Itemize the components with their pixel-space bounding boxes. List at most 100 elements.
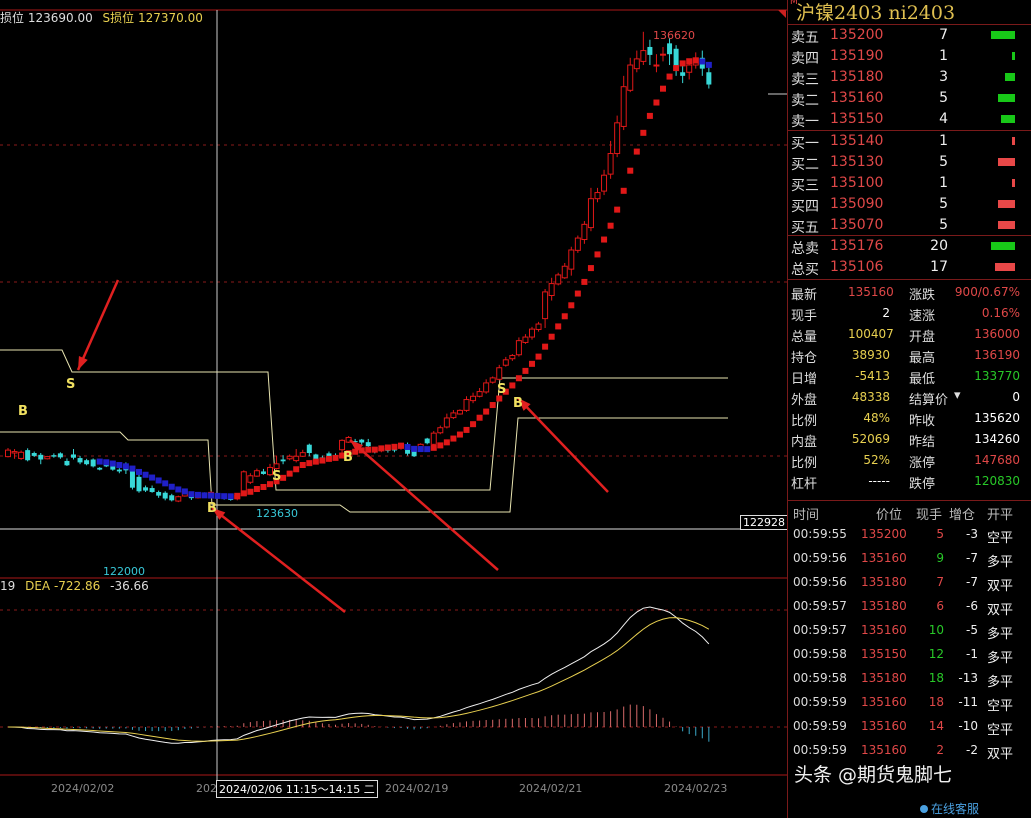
- tick-row[interactable]: 00:59:57 135160 10 -5 多平: [788, 619, 1031, 643]
- trend-dot: [175, 486, 182, 493]
- stat-value: 52069: [851, 432, 890, 446]
- sell-signal: S: [497, 382, 506, 397]
- trend-dot: [660, 85, 666, 92]
- tick-row[interactable]: 00:59:56 135180 7 -7 双平: [788, 571, 1031, 595]
- kline-chart-svg[interactable]: BSBSBSB: [0, 0, 787, 818]
- trend-dot: [574, 290, 581, 297]
- bid-row[interactable]: 买三 135100 1: [788, 173, 1031, 194]
- online-service-link[interactable]: 在线客服: [920, 800, 979, 817]
- bid-row[interactable]: 买二 135130 5: [788, 152, 1031, 173]
- ask-row[interactable]: 卖二 135160 5: [788, 88, 1031, 109]
- trend-dot: [424, 446, 431, 453]
- ask-row[interactable]: 卖四 135190 1: [788, 46, 1031, 67]
- candle-body: [568, 249, 575, 270]
- level-qty: 5: [939, 217, 948, 233]
- stat-value: 0.16%: [981, 306, 1020, 320]
- tick-row[interactable]: 00:59:59 135160 18 -11 空平: [788, 691, 1031, 715]
- tick-row[interactable]: 00:59:55 135200 5 -3 空平: [788, 523, 1031, 547]
- trend-dot: [371, 446, 378, 453]
- level-label: 总卖: [791, 241, 819, 257]
- trend-dot: [299, 462, 306, 469]
- tick-row[interactable]: 00:59:59 135160 14 -10 空平: [788, 715, 1031, 739]
- tick-price: 135160: [861, 695, 907, 709]
- stat-label: 比例: [791, 414, 818, 429]
- trend-dot: [437, 442, 444, 449]
- tick-price: 135180: [861, 599, 907, 613]
- stat-value: 38930: [851, 348, 890, 362]
- tick-row[interactable]: 00:59:56 135160 9 -7 多平: [788, 547, 1031, 571]
- stat-label: 杠杆: [791, 477, 818, 492]
- candle-body: [502, 359, 509, 366]
- tick-type: 多平: [987, 675, 1014, 690]
- tick-hand: 18: [928, 695, 944, 709]
- candle-body: [156, 492, 162, 496]
- trend-dot: [607, 222, 614, 229]
- bid-row[interactable]: 买五 135070 5: [788, 215, 1031, 236]
- total-row[interactable]: 总买 135106 17: [788, 257, 1031, 278]
- stat-label: 现手: [791, 309, 818, 324]
- candle-body: [594, 192, 601, 200]
- bid-row[interactable]: 买四 135090 5: [788, 194, 1031, 215]
- stat-row: 日增 -5413 最低 133770: [788, 365, 1031, 387]
- stat-value: 100407: [848, 327, 894, 341]
- col-type: 开平: [987, 508, 1014, 523]
- candle-body: [116, 469, 122, 472]
- candle-body: [280, 459, 286, 462]
- ask-row[interactable]: 卖一 135150 4: [788, 109, 1031, 130]
- bid-row[interactable]: 买一 135140 1: [788, 131, 1031, 152]
- tick-row[interactable]: 00:59:58 135150 12 -1 多平: [788, 643, 1031, 667]
- tick-row[interactable]: 00:59:57 135180 6 -6 双平: [788, 595, 1031, 619]
- trend-dot: [699, 58, 706, 65]
- kline-chart-area[interactable]: BSBSBSB 损位 123690.00 S损位 127370.00 13662…: [0, 0, 788, 818]
- stat-label: 昨收: [909, 414, 936, 429]
- candle-body: [555, 274, 562, 285]
- candle-body: [483, 382, 490, 393]
- stat-value: 133770: [974, 369, 1020, 383]
- trend-dot: [116, 462, 123, 469]
- trend-dot: [293, 466, 300, 473]
- arrow-head-icon: [78, 356, 88, 370]
- trend-dot: [155, 477, 162, 484]
- candle-body: [627, 64, 634, 91]
- tick-row[interactable]: 00:59:58 135180 18 -13 多平: [788, 667, 1031, 691]
- watermark: 头条 @期货鬼脚七: [794, 764, 953, 786]
- dropdown-arrow-icon[interactable]: ▾: [954, 388, 961, 403]
- stat-label: 比例: [791, 456, 818, 471]
- trend-dot: [646, 112, 653, 119]
- candle-body: [680, 72, 686, 76]
- stat-label: 持仓: [791, 351, 818, 366]
- total-row[interactable]: 总卖 135176 20: [788, 236, 1031, 257]
- date-label-2: 202: [196, 782, 217, 795]
- ask-row[interactable]: 卖三 135180 3: [788, 67, 1031, 88]
- candle-body: [620, 86, 627, 127]
- tick-type: 多平: [987, 651, 1014, 666]
- trend-dot: [509, 382, 516, 389]
- candle-body: [18, 451, 25, 459]
- candle-body: [587, 198, 594, 229]
- candle-body: [542, 291, 549, 320]
- trend-dot: [208, 492, 215, 499]
- trend-dot: [627, 167, 634, 174]
- ask-row[interactable]: 卖五 135200 7: [788, 25, 1031, 46]
- tick-hand: 9: [936, 551, 944, 565]
- tick-oi: -7: [966, 575, 978, 589]
- stat-value: 52%: [863, 453, 890, 467]
- level-price: 135130: [830, 154, 884, 170]
- stat-row: 比例 52% 涨停 147680: [788, 449, 1031, 471]
- trend-dot: [463, 426, 470, 433]
- level-qty: 17: [930, 259, 948, 275]
- candle-body: [581, 223, 588, 241]
- trend-dot: [398, 442, 404, 449]
- contract-title[interactable]: M 沪镍2403 ni2403: [788, 0, 1031, 24]
- macd-dif-value: 19: [0, 579, 16, 593]
- level-qty: 1: [939, 133, 948, 149]
- ask-levels: 卖五 135200 7 卖四 135190 1 卖三 135180 3 卖二 135160 5 卖一 13…: [788, 25, 1031, 130]
- tick-price: 135160: [861, 743, 907, 757]
- tick-oi: -7: [966, 551, 978, 565]
- tick-oi: -3: [966, 527, 978, 541]
- trend-dot: [384, 444, 391, 451]
- trend-dot: [168, 483, 175, 490]
- trend-dot: [253, 486, 260, 493]
- trend-dot: [561, 313, 568, 320]
- candle-body: [77, 458, 83, 463]
